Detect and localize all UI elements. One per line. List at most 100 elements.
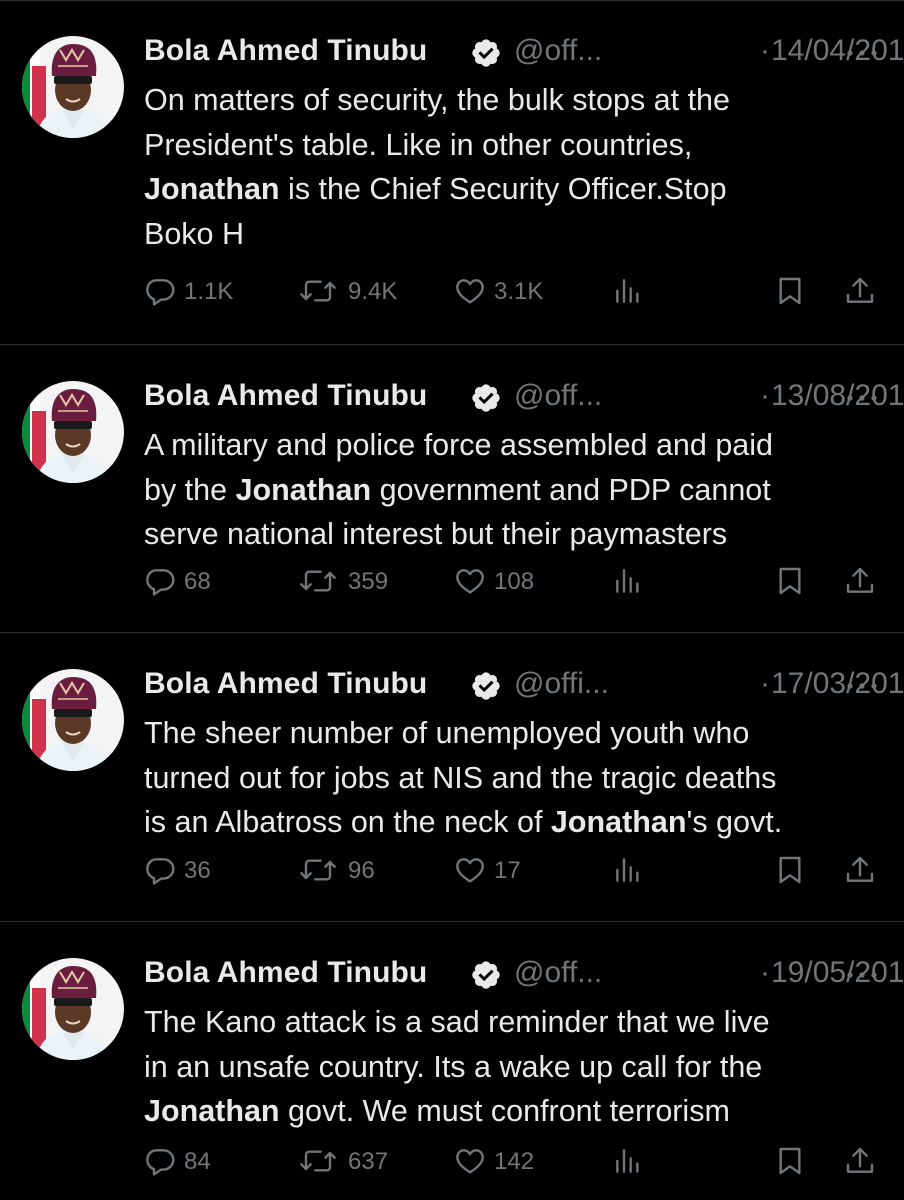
like-icon [456, 569, 484, 594]
author-name[interactable]: Bola Ahmed Tinubu [144, 956, 427, 990]
tweet-text: A military and police force assembled an… [144, 423, 884, 557]
share-icon [846, 567, 874, 593]
like-icon [456, 279, 484, 304]
tweet-text: On matters of security, the bulk stops a… [144, 78, 884, 256]
text-run: is the Chief Security Officer.Stop [279, 172, 727, 206]
tweet-text-line: by the Jonathan government and PDP canno… [144, 468, 884, 513]
more-icon[interactable] [842, 958, 882, 992]
more-icon[interactable] [842, 381, 882, 415]
text-run: govt. We must confront terrorism [279, 1094, 730, 1128]
repost-count: 359 [348, 568, 389, 595]
author-name[interactable]: Bola Ahmed Tinubu [144, 34, 427, 68]
tweet-date[interactable]: 19/05/2014 [771, 956, 904, 990]
tweet-text-line: Jonathan is the Chief Security Officer.S… [144, 167, 884, 212]
like-icon [456, 1149, 484, 1174]
author-handle[interactable]: @off... [514, 956, 602, 990]
tweet-text-line: The Kano attack is a sad reminder that w… [144, 1000, 884, 1045]
avatar[interactable] [22, 669, 124, 771]
text-run: serve national interest but their paymas… [144, 517, 728, 551]
repost-count: 96 [348, 857, 375, 884]
avatar[interactable] [22, 381, 124, 483]
text-run: government and PDP cannot [371, 472, 771, 507]
author-handle[interactable]: @offi... [514, 667, 609, 701]
reply-count: 68 [184, 568, 211, 595]
text-run: The Kano attack is a sad reminder that w… [144, 1005, 770, 1039]
repost-icon [300, 1150, 336, 1172]
tweet-feed: Bola Ahmed Tinubu @off... · 14/04/2014 O… [0, 0, 904, 1200]
tweet-text-line: The sheer number of unemployed youth who [144, 711, 884, 756]
verified-badge-icon [470, 959, 502, 991]
repost-count: 637 [348, 1148, 389, 1175]
verified-badge-icon [470, 382, 502, 414]
share-icon [846, 277, 874, 303]
header-separator: · [760, 379, 770, 412]
reply-icon [146, 1149, 175, 1176]
avatar[interactable] [22, 36, 124, 138]
like-icon [456, 858, 484, 883]
highlighted-term: Jonathan [144, 1094, 280, 1128]
header-separator: · [760, 667, 770, 700]
tweet-date[interactable]: 17/03/2014 [771, 667, 904, 701]
reply-count: 36 [184, 857, 211, 884]
tweet-header: Bola Ahmed Tinubu @offi... · 17/03/2014 [144, 663, 904, 707]
tweet-actions: 68 359 108 [144, 562, 884, 602]
tweet-actions: 84 637 142 [144, 1142, 884, 1182]
like-count: 142 [494, 1148, 535, 1175]
tweet-date[interactable]: 13/08/2014 [771, 379, 904, 413]
author-handle[interactable]: @off... [514, 34, 602, 68]
text-run: turned out for jobs at NIS and the tragi… [144, 760, 777, 795]
repost-icon [300, 570, 336, 592]
text-run: in an unsafe country. Its a wake up call… [144, 1049, 763, 1084]
tweet[interactable]: Bola Ahmed Tinubu @offi... · 17/03/2014 … [0, 633, 904, 922]
tweet-text: The sheer number of unemployed youth who… [144, 711, 884, 845]
text-run: 's govt. [686, 805, 783, 839]
header-separator: · [760, 34, 770, 67]
share-icon [846, 1147, 874, 1173]
author-name[interactable]: Bola Ahmed Tinubu [144, 667, 427, 701]
tweet-date[interactable]: 14/04/2014 [771, 34, 904, 68]
like-count: 17 [494, 857, 521, 884]
tweet-text-line: Boko H [144, 212, 884, 257]
tweet[interactable]: Bola Ahmed Tinubu @off... · 13/08/2014 A… [0, 345, 904, 633]
tweet-text-line: Jonathan govt. We must confront terroris… [144, 1089, 884, 1134]
like-count: 3.1K [494, 278, 544, 305]
tweet-actions: 36 96 17 [144, 851, 884, 891]
highlighted-term: Jonathan [550, 805, 687, 839]
text-run: is an Albatross on the neck of [144, 805, 551, 839]
reply-count: 1.1K [184, 278, 234, 305]
text-run: A military and police force assembled an… [144, 428, 773, 462]
bookmark-icon [779, 1147, 801, 1175]
reply-count: 84 [184, 1148, 211, 1175]
tweet-text-line: serve national interest but their paymas… [144, 512, 884, 557]
author-name[interactable]: Bola Ahmed Tinubu [144, 379, 427, 413]
avatar[interactable] [22, 958, 124, 1060]
tweet-actions: 1.1K 9.4K 3.1K [144, 272, 884, 312]
tweet-header: Bola Ahmed Tinubu @off... · 13/08/2014 [144, 375, 904, 419]
repost-icon [300, 280, 336, 302]
text-run: by the [144, 472, 236, 507]
text-run: The sheer number of unemployed youth who [144, 716, 750, 750]
tweet-text-line: On matters of security, the bulk stops a… [144, 78, 884, 123]
text-run: Boko H [144, 216, 245, 251]
bookmark-icon [779, 856, 801, 884]
tweet-text-line: President's table. Like in other countri… [144, 123, 884, 168]
views-icon [616, 1149, 639, 1173]
tweet[interactable]: Bola Ahmed Tinubu @off... · 14/04/2014 O… [0, 0, 904, 345]
more-icon[interactable] [842, 669, 882, 703]
tweet[interactable]: Bola Ahmed Tinubu @off... · 19/05/2014 T… [0, 922, 904, 1200]
verified-badge-icon [470, 670, 502, 702]
more-icon[interactable] [842, 36, 882, 70]
views-icon [616, 569, 639, 593]
repost-count: 9.4K [348, 278, 398, 305]
tweet-text-line: turned out for jobs at NIS and the tragi… [144, 756, 884, 801]
header-separator: · [760, 956, 770, 989]
text-run: On matters of security, the bulk stops a… [144, 83, 730, 117]
author-handle[interactable]: @off... [514, 379, 602, 413]
bookmark-icon [779, 277, 801, 305]
tweet-text-line: in an unsafe country. Its a wake up call… [144, 1045, 884, 1090]
reply-icon [146, 569, 175, 596]
views-icon [616, 858, 639, 882]
like-count: 108 [494, 568, 535, 595]
tweet-header: Bola Ahmed Tinubu @off... · 14/04/2014 [144, 30, 904, 74]
text-run: President's table. Like in other countri… [144, 127, 693, 162]
